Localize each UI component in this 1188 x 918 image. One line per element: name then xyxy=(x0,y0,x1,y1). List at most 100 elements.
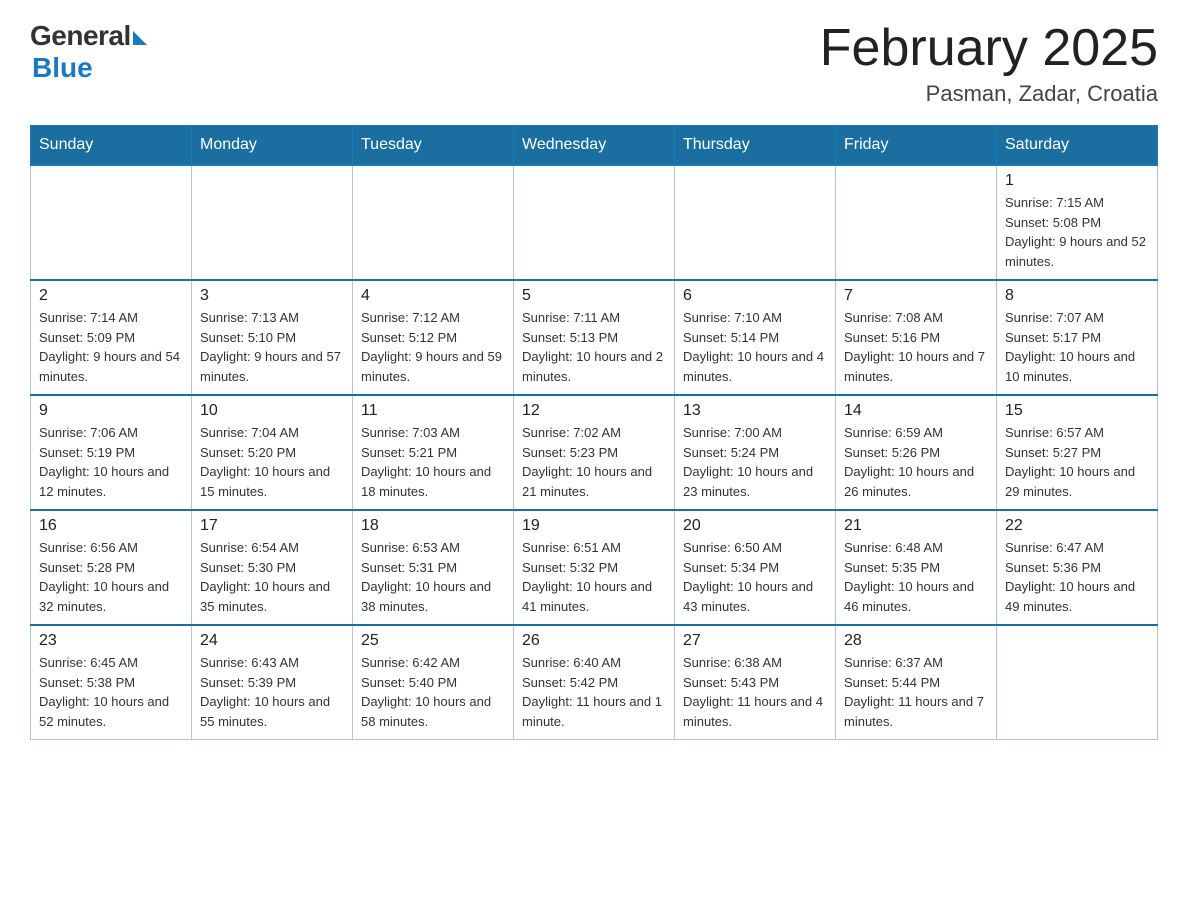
day-info: Sunrise: 6:43 AMSunset: 5:39 PMDaylight:… xyxy=(200,653,344,731)
logo-triangle-icon xyxy=(133,31,147,45)
day-number: 7 xyxy=(844,287,988,305)
day-number: 4 xyxy=(361,287,505,305)
calendar-cell: 20 Sunrise: 6:50 AMSunset: 5:34 PMDayligh… xyxy=(675,510,836,625)
day-number: 22 xyxy=(1005,517,1149,535)
day-info: Sunrise: 6:59 AMSunset: 5:26 PMDaylight:… xyxy=(844,423,988,501)
calendar-cell xyxy=(192,165,353,280)
month-title: February 2025 xyxy=(820,20,1158,77)
calendar-cell xyxy=(675,165,836,280)
day-number: 1 xyxy=(1005,172,1149,190)
calendar-cell: 21 Sunrise: 6:48 AMSunset: 5:35 PMDayligh… xyxy=(836,510,997,625)
calendar-cell: 14Sunrise: 6:59 AMSunset: 5:26 PMDayligh… xyxy=(836,395,997,510)
day-info: Sunrise: 7:13 AMSunset: 5:10 PMDaylight:… xyxy=(200,308,344,386)
calendar-cell: 19 Sunrise: 6:51 AMSunset: 5:32 PMDayligh… xyxy=(514,510,675,625)
calendar-cell xyxy=(836,165,997,280)
weekday-header: Tuesday xyxy=(353,126,514,166)
day-info: Sunrise: 6:57 AMSunset: 5:27 PMDaylight:… xyxy=(1005,423,1149,501)
day-info: Sunrise: 7:00 AMSunset: 5:24 PMDaylight:… xyxy=(683,423,827,501)
weekday-header: Saturday xyxy=(997,126,1158,166)
day-number: 27 xyxy=(683,632,827,650)
day-info: Sunrise: 6:56 AMSunset: 5:28 PMDaylight:… xyxy=(39,538,183,616)
day-info: Sunrise: 6:37 AMSunset: 5:44 PMDaylight:… xyxy=(844,653,988,731)
page-header: General Blue February 2025 Pasman, Zadar… xyxy=(30,20,1158,107)
calendar-cell: 5Sunrise: 7:11 AMSunset: 5:13 PMDaylight… xyxy=(514,280,675,395)
day-info: Sunrise: 6:53 AMSunset: 5:31 PMDaylight:… xyxy=(361,538,505,616)
calendar-cell: 8Sunrise: 7:07 AMSunset: 5:17 PMDaylight… xyxy=(997,280,1158,395)
calendar-cell: 15 Sunrise: 6:57 AMSunset: 5:27 PMDayligh… xyxy=(997,395,1158,510)
calendar-cell: 4 Sunrise: 7:12 AMSunset: 5:12 PMDaylight… xyxy=(353,280,514,395)
location: Pasman, Zadar, Croatia xyxy=(820,81,1158,107)
day-info: Sunrise: 6:38 AMSunset: 5:43 PMDaylight:… xyxy=(683,653,827,731)
calendar-cell xyxy=(353,165,514,280)
logo: General Blue xyxy=(30,20,147,84)
weekday-header: Thursday xyxy=(675,126,836,166)
day-info: Sunrise: 7:15 AMSunset: 5:08 PMDaylight:… xyxy=(1005,193,1149,271)
day-number: 16 xyxy=(39,517,183,535)
calendar-week-row: 1 Sunrise: 7:15 AMSunset: 5:08 PMDaylight… xyxy=(31,165,1158,280)
day-number: 3 xyxy=(200,287,344,305)
day-info: Sunrise: 7:14 AMSunset: 5:09 PMDaylight:… xyxy=(39,308,183,386)
day-number: 8 xyxy=(1005,287,1149,305)
calendar-cell: 13 Sunrise: 7:00 AMSunset: 5:24 PMDayligh… xyxy=(675,395,836,510)
calendar-cell: 25 Sunrise: 6:42 AMSunset: 5:40 PMDayligh… xyxy=(353,625,514,740)
day-info: Sunrise: 6:48 AMSunset: 5:35 PMDaylight:… xyxy=(844,538,988,616)
day-number: 13 xyxy=(683,402,827,420)
calendar-week-row: 9 Sunrise: 7:06 AMSunset: 5:19 PMDaylight… xyxy=(31,395,1158,510)
day-number: 20 xyxy=(683,517,827,535)
day-number: 10 xyxy=(200,402,344,420)
calendar-cell xyxy=(31,165,192,280)
day-number: 21 xyxy=(844,517,988,535)
calendar-cell: 23Sunrise: 6:45 AMSunset: 5:38 PMDayligh… xyxy=(31,625,192,740)
calendar-cell: 6 Sunrise: 7:10 AMSunset: 5:14 PMDaylight… xyxy=(675,280,836,395)
day-info: Sunrise: 7:03 AMSunset: 5:21 PMDaylight:… xyxy=(361,423,505,501)
day-info: Sunrise: 7:10 AMSunset: 5:14 PMDaylight:… xyxy=(683,308,827,386)
day-number: 18 xyxy=(361,517,505,535)
calendar-week-row: 2 Sunrise: 7:14 AMSunset: 5:09 PMDaylight… xyxy=(31,280,1158,395)
calendar-cell: 28 Sunrise: 6:37 AMSunset: 5:44 PMDayligh… xyxy=(836,625,997,740)
day-number: 2 xyxy=(39,287,183,305)
day-info: Sunrise: 7:12 AMSunset: 5:12 PMDaylight:… xyxy=(361,308,505,386)
day-number: 28 xyxy=(844,632,988,650)
day-number: 19 xyxy=(522,517,666,535)
calendar-week-row: 23Sunrise: 6:45 AMSunset: 5:38 PMDayligh… xyxy=(31,625,1158,740)
day-info: Sunrise: 6:51 AMSunset: 5:32 PMDaylight:… xyxy=(522,538,666,616)
weekday-header: Monday xyxy=(192,126,353,166)
logo-general-text: General xyxy=(30,20,131,52)
day-number: 26 xyxy=(522,632,666,650)
calendar-cell: 17 Sunrise: 6:54 AMSunset: 5:30 PMDayligh… xyxy=(192,510,353,625)
logo-blue-text: Blue xyxy=(32,52,93,84)
calendar-cell: 11Sunrise: 7:03 AMSunset: 5:21 PMDayligh… xyxy=(353,395,514,510)
weekday-header: Friday xyxy=(836,126,997,166)
calendar-cell: 2 Sunrise: 7:14 AMSunset: 5:09 PMDaylight… xyxy=(31,280,192,395)
calendar-cell: 24 Sunrise: 6:43 AMSunset: 5:39 PMDayligh… xyxy=(192,625,353,740)
day-number: 25 xyxy=(361,632,505,650)
day-number: 17 xyxy=(200,517,344,535)
calendar-cell: 22 Sunrise: 6:47 AMSunset: 5:36 PMDayligh… xyxy=(997,510,1158,625)
calendar-week-row: 16 Sunrise: 6:56 AMSunset: 5:28 PMDayligh… xyxy=(31,510,1158,625)
day-number: 6 xyxy=(683,287,827,305)
day-info: Sunrise: 6:50 AMSunset: 5:34 PMDaylight:… xyxy=(683,538,827,616)
title-block: February 2025 Pasman, Zadar, Croatia xyxy=(820,20,1158,107)
calendar-table: SundayMondayTuesdayWednesdayThursdayFrid… xyxy=(30,125,1158,740)
day-info: Sunrise: 7:02 AMSunset: 5:23 PMDaylight:… xyxy=(522,423,666,501)
calendar-cell xyxy=(514,165,675,280)
day-info: Sunrise: 7:11 AMSunset: 5:13 PMDaylight:… xyxy=(522,308,666,386)
day-info: Sunrise: 7:04 AMSunset: 5:20 PMDaylight:… xyxy=(200,423,344,501)
day-number: 9 xyxy=(39,402,183,420)
calendar-cell: 12 Sunrise: 7:02 AMSunset: 5:23 PMDayligh… xyxy=(514,395,675,510)
day-number: 24 xyxy=(200,632,344,650)
day-number: 15 xyxy=(1005,402,1149,420)
calendar-cell: 1 Sunrise: 7:15 AMSunset: 5:08 PMDaylight… xyxy=(997,165,1158,280)
day-info: Sunrise: 6:54 AMSunset: 5:30 PMDaylight:… xyxy=(200,538,344,616)
calendar-cell: 7 Sunrise: 7:08 AMSunset: 5:16 PMDaylight… xyxy=(836,280,997,395)
calendar-cell xyxy=(997,625,1158,740)
day-info: Sunrise: 6:47 AMSunset: 5:36 PMDaylight:… xyxy=(1005,538,1149,616)
day-info: Sunrise: 6:42 AMSunset: 5:40 PMDaylight:… xyxy=(361,653,505,731)
calendar-cell: 18 Sunrise: 6:53 AMSunset: 5:31 PMDayligh… xyxy=(353,510,514,625)
weekday-header: Wednesday xyxy=(514,126,675,166)
day-info: Sunrise: 7:06 AMSunset: 5:19 PMDaylight:… xyxy=(39,423,183,501)
day-number: 12 xyxy=(522,402,666,420)
calendar-cell: 27 Sunrise: 6:38 AMSunset: 5:43 PMDayligh… xyxy=(675,625,836,740)
day-info: Sunrise: 7:08 AMSunset: 5:16 PMDaylight:… xyxy=(844,308,988,386)
calendar-cell: 26Sunrise: 6:40 AMSunset: 5:42 PMDayligh… xyxy=(514,625,675,740)
